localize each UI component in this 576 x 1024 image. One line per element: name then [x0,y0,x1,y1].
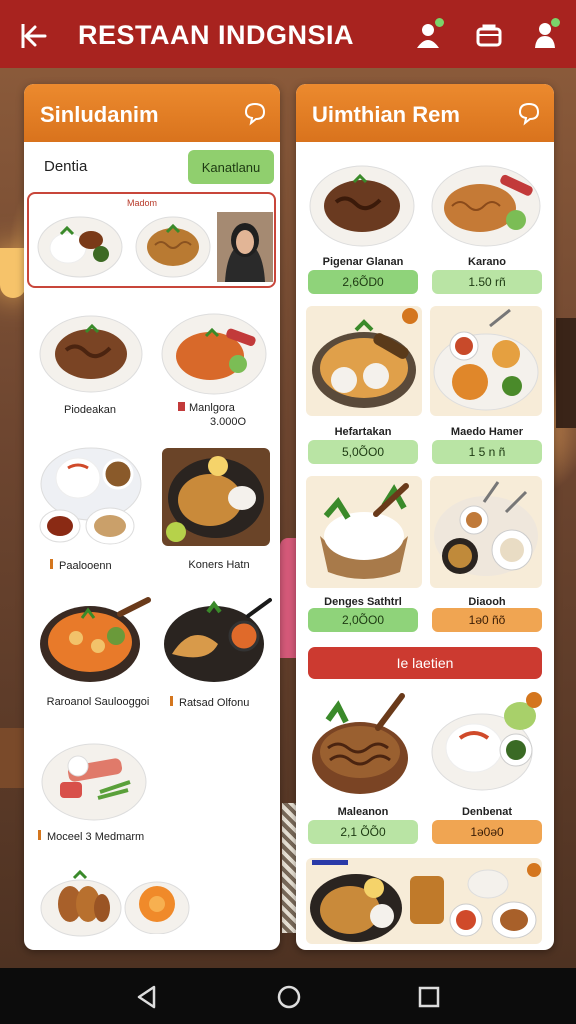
dish-image-koners-hatn [162,448,270,546]
dish-image-sweet-potato [124,881,190,934]
back-arrow-icon [21,24,47,48]
item-label-text: Paalooenn [59,560,112,572]
notification-dot [435,18,444,27]
item-price: 3.000O [209,416,247,428]
dish-image-pigenar [309,165,415,247]
item-price[interactable]: 2,1 ÕÕ0 [308,820,418,844]
left-panel-header: Sinludanim [24,84,280,142]
item-label-text: Manlgora [189,402,235,414]
top-app-bar: RESTAAN INDGNSIA [0,0,576,68]
item-price[interactable]: 1ə0ə0 [432,820,542,844]
dish-image-moceel [41,743,147,821]
home-nav-icon[interactable] [274,982,304,1012]
item-label: Koners Hatn [188,559,250,571]
item-price[interactable]: 1.50 rñ [432,270,542,294]
item-label: Raroanol Saulooggoi [46,696,150,708]
bag-icon [476,24,502,47]
item-label: Hefartakan [334,426,392,438]
item-label: Manlgora [178,402,258,414]
right-panel-title: Uimthian Rem [312,102,460,127]
right-menu-panel: Uimthian Rem Pigenar Glanan 2,6ÕD0 Karan… [296,84,554,950]
item-label-text: Moceel 3 Medmarm [47,831,145,843]
item-label: Ratsad Olfonu [170,696,280,709]
item-label: Maleanon [337,806,389,818]
filter-label: Dentia [44,158,88,175]
item-label: Denbenat [461,806,513,818]
chat-bubble-icon[interactable] [516,100,542,126]
dish-image-raroanol [40,597,151,682]
lamp [0,248,26,298]
featured-noodle-plate [135,216,211,278]
filter-button[interactable]: Kanatlanu [188,150,274,184]
profile-button[interactable] [412,18,446,52]
dish-image-maedo-hamer [430,306,542,416]
dish-image-manlgora [161,313,267,395]
cart-button[interactable] [472,18,506,52]
tag-marker [170,696,173,706]
dish-image-paalooenn [39,447,142,545]
notification-dot [551,18,560,27]
recents-nav-icon[interactable] [414,982,444,1012]
item-label: Maedo Hamer [450,426,524,438]
featured-label: Madom [127,198,158,208]
dish-image-denbenat [431,692,542,791]
app-title: RESTAAN INDGNSIA [78,20,355,50]
system-navigation-bar [0,968,576,1024]
shelf [556,318,576,428]
featured-rice-plate [37,216,123,278]
item-price[interactable]: 2,0ÕO0 [308,608,418,632]
dish-image-denges [306,476,422,588]
item-price[interactable]: 1 5 n ñ [432,440,542,464]
dish-image-diaooh [430,476,542,588]
left-menu-panel: Sinludanim Dentia Kanatlanu Madom Piodea… [24,84,280,950]
item-price[interactable]: 2,6ÕD0 [308,270,418,294]
left-panel-title: Sinludanim [40,102,159,127]
promo-banner[interactable]: Ie laetien [308,647,542,679]
item-label-text: Ratsad Olfonu [179,697,250,709]
chat-bubble-icon[interactable] [242,100,268,126]
user-button[interactable] [528,18,562,52]
item-price[interactable]: 1ə0 ñõ [432,608,542,632]
back-button[interactable] [14,16,54,56]
tag-marker [50,559,53,569]
featured-person-avatar [217,212,273,282]
item-label: Denges Sathtrl [324,596,402,608]
dish-image-karano [431,165,541,247]
featured-card[interactable]: Madom [27,192,276,288]
tag-marker [178,402,185,411]
dish-image-hefartakan [306,306,422,416]
item-label: Piodeakan [64,404,116,416]
dish-image-combo [306,858,542,944]
table [0,728,26,788]
item-label: Paalooenn [50,559,150,572]
dish-image-ratsad-olfonu [164,598,272,682]
item-price[interactable]: 5,0ÕO0 [308,440,418,464]
dish-image-piodeakan [39,315,143,393]
item-label: Diaooh [468,596,506,608]
right-panel-header: Uimthian Rem [296,84,554,142]
back-nav-icon[interactable] [132,982,162,1012]
dish-image-fried [40,869,122,937]
item-label: Moceel 3 Medmarm [38,830,168,843]
item-label: Karano [468,256,506,268]
tag-marker [38,830,41,840]
item-label: Pigenar Glanan [322,256,404,268]
dish-image-maleanon [312,693,408,794]
